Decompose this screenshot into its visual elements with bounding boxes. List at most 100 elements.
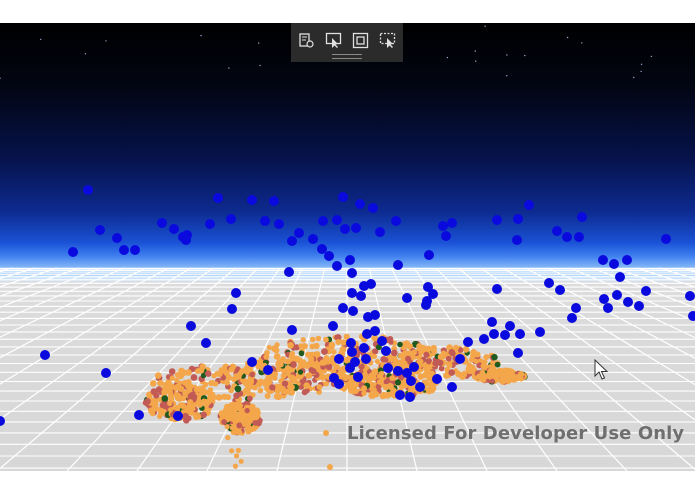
ground-point: [194, 368, 201, 374]
ground-point: [157, 379, 164, 387]
blue-data-point: [112, 233, 122, 243]
ground-point: [205, 370, 212, 377]
ground-point: [438, 365, 445, 372]
ground-point: [271, 345, 278, 353]
ground-point: [216, 370, 223, 377]
ground-point: [408, 385, 415, 392]
blue-data-point: [492, 284, 502, 294]
ground-point: [245, 420, 252, 427]
viewport-toolbar: [291, 23, 403, 62]
star: [84, 53, 87, 55]
blue-data-point: [603, 303, 613, 313]
ground-point: [257, 387, 264, 394]
box-select-button[interactable]: [351, 31, 370, 49]
ground-point: [376, 379, 383, 385]
blue-data-point: [130, 245, 140, 255]
grid-line: [0, 267, 102, 308]
ground-point-cluster: [142, 333, 528, 470]
star: [506, 54, 508, 56]
multi-select-button[interactable]: [378, 31, 397, 49]
ground-point: [161, 395, 169, 402]
blue-data-point: [332, 261, 342, 271]
star: [258, 42, 260, 44]
mouse-cursor-icon: [594, 359, 608, 380]
blue-data-point: [622, 255, 632, 265]
ground-point: [371, 369, 378, 376]
blue-data-point: [173, 411, 183, 421]
blue-data-point: [492, 215, 502, 225]
star: [650, 55, 653, 58]
ground-point: [154, 372, 162, 379]
ground-point: [224, 379, 230, 386]
ground-point: [319, 359, 327, 366]
ground-point: [237, 370, 244, 377]
blue-data-point: [641, 286, 651, 296]
ground-point: [342, 374, 350, 381]
blue-data-point: [432, 374, 442, 384]
3d-scatter-viewport[interactable]: [0, 23, 695, 471]
ground-point: [149, 380, 157, 387]
ground-point: [361, 390, 367, 396]
blue-data-point: [424, 250, 434, 260]
ground-point: [227, 410, 234, 418]
ground-point: [224, 424, 230, 430]
blue-data-point: [375, 227, 385, 237]
ground-point: [265, 374, 272, 381]
ground-point: [316, 384, 323, 390]
star: [566, 36, 569, 39]
ground-point: [448, 369, 456, 376]
properties-button[interactable]: [297, 31, 316, 49]
blue-data-point: [347, 288, 357, 298]
blue-data-point: [455, 354, 465, 364]
star: [474, 50, 476, 52]
ground-point: [225, 435, 231, 441]
ground-point: [310, 336, 316, 343]
star: [581, 42, 583, 44]
ground-point: [323, 336, 329, 343]
blue-data-point: [393, 366, 403, 376]
ground-point: [177, 385, 185, 392]
ground-point: [187, 399, 194, 405]
pointer-select-button[interactable]: [324, 31, 343, 49]
ground-point: [369, 386, 375, 392]
blue-data-point: [562, 232, 572, 242]
blue-data-point: [157, 218, 167, 228]
ground-point: [460, 371, 467, 378]
ground-point: [193, 386, 200, 393]
ground-point: [200, 411, 207, 418]
ground-point: [229, 448, 235, 454]
ground-point: [417, 358, 424, 365]
ground-point: [405, 355, 412, 362]
star: [446, 56, 449, 59]
blue-data-point: [101, 368, 111, 378]
ground-point: [301, 389, 308, 396]
ground-point: [288, 374, 296, 381]
ground-point: [229, 424, 236, 431]
blue-data-point: [284, 267, 294, 277]
blue-data-point: [348, 306, 358, 316]
toolbar-drag-handle[interactable]: [332, 54, 362, 59]
blue-data-point: [347, 347, 357, 357]
ground-point: [489, 378, 495, 384]
blue-data-point: [395, 390, 405, 400]
select-properties-icon: [299, 32, 314, 48]
blue-data-point: [555, 285, 565, 295]
blue-data-point: [441, 231, 451, 241]
blue-data-point: [577, 212, 587, 222]
blue-data-point: [334, 354, 344, 364]
ground-point: [432, 360, 439, 367]
blue-data-point: [405, 392, 415, 402]
ground-point: [397, 360, 404, 367]
ground-point: [247, 366, 253, 373]
ground-point: [483, 354, 490, 361]
ground-point: [176, 396, 183, 402]
blue-data-point: [393, 260, 403, 270]
blue-data-point: [366, 279, 376, 289]
ground-point: [157, 413, 163, 419]
ground-point: [150, 388, 158, 395]
scatter-scene[interactable]: [0, 23, 695, 471]
ground-point: [232, 463, 238, 469]
ground-point: [308, 367, 315, 373]
ground-point: [323, 381, 329, 387]
blue-data-point: [227, 304, 237, 314]
